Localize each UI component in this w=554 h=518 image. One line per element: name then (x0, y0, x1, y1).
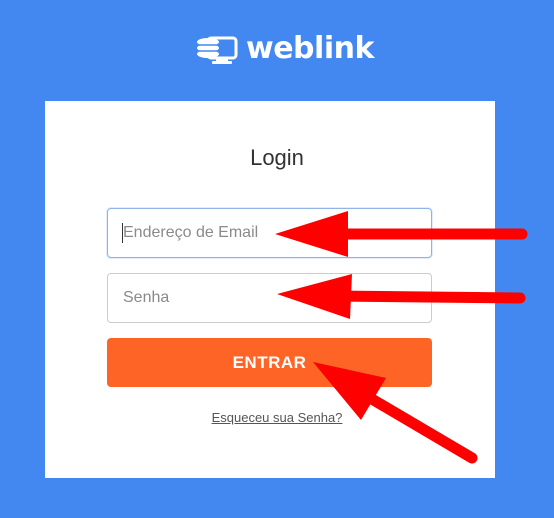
weblink-logo-icon (197, 36, 238, 64)
brand-logo: weblink (196, 32, 374, 66)
brand-name: weblink (246, 31, 374, 66)
password-field[interactable] (107, 273, 432, 323)
login-submit-button[interactable]: ENTRAR (107, 338, 432, 387)
login-title: Login (250, 145, 304, 170)
text-caret (122, 223, 123, 243)
forgot-password-link[interactable]: Esqueceu sua Senha? (0, 410, 554, 425)
email-field[interactable] (107, 208, 432, 258)
